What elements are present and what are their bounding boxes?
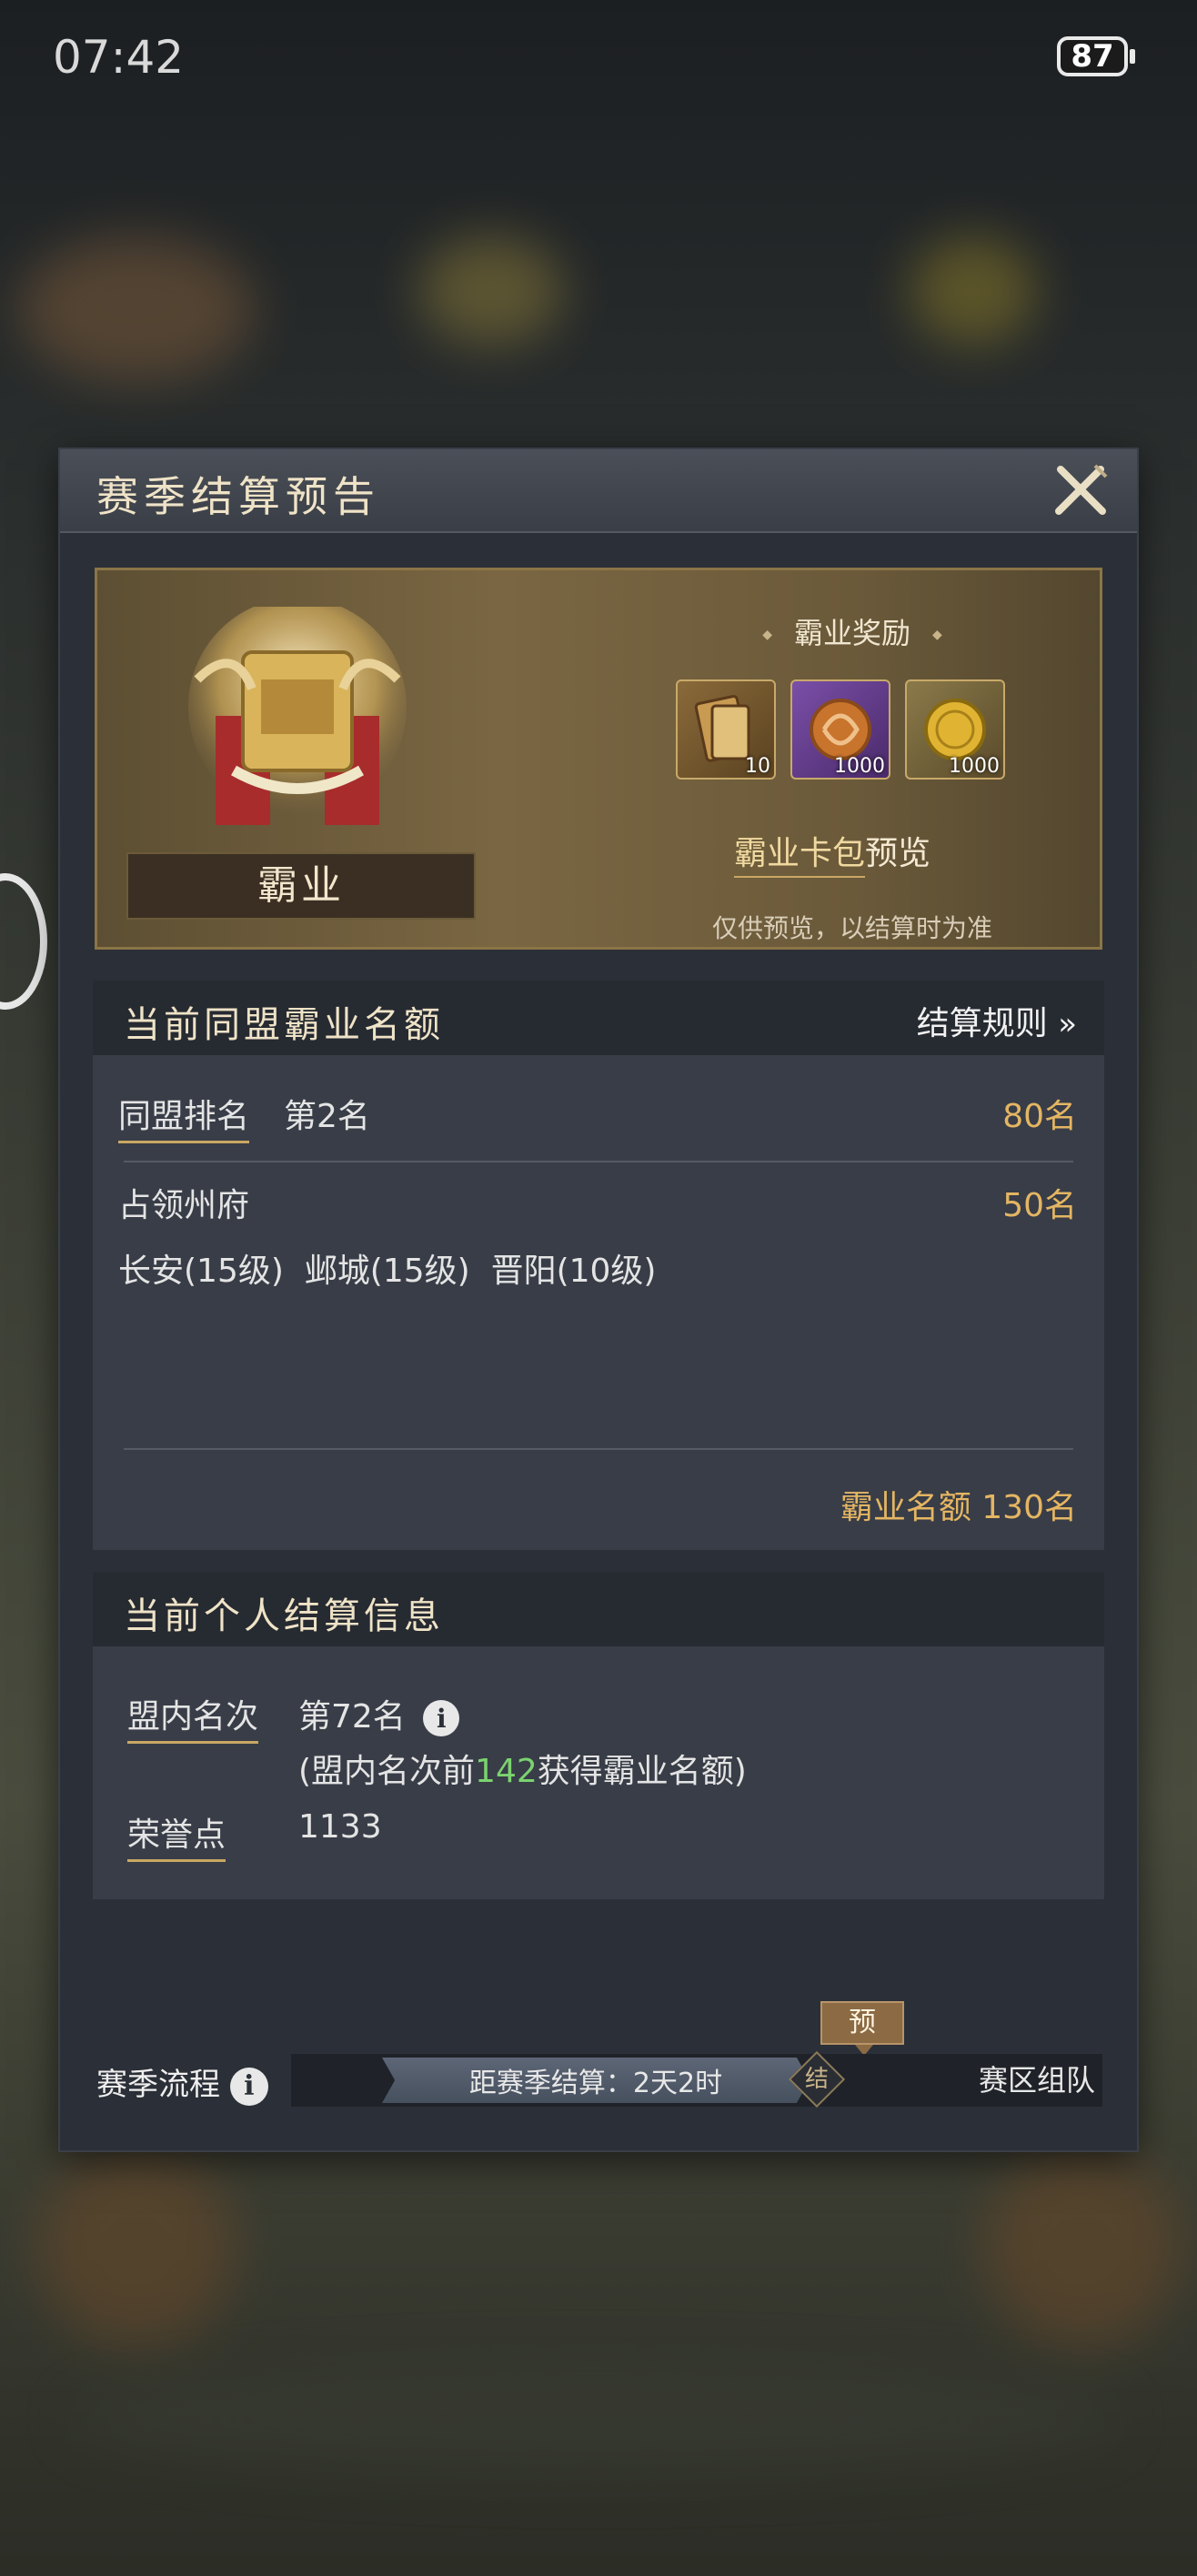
settlement-node-label: 结	[804, 2066, 829, 2093]
bg-blur	[910, 236, 1037, 346]
alliance-rank-quota: 80名	[1002, 1098, 1077, 1135]
bg-blur	[982, 2147, 1182, 2347]
note-prefix: (盟内名次前	[298, 1753, 476, 1790]
dialog-header: 赛季结算预告	[60, 449, 1137, 533]
note-suffix: 获得霸业名额)	[537, 1753, 747, 1790]
reward-banner: 霸业 霸业奖励 10 1000	[95, 568, 1102, 950]
section-header: 当前个人结算信息	[93, 1572, 1104, 1646]
emblem-icon	[179, 598, 416, 834]
settlement-countdown: 距赛季结算：2天2时	[382, 2058, 810, 2103]
season-flow-text: 赛季流程	[96, 2067, 220, 2103]
bg-blur	[73, 2365, 1119, 2474]
season-settlement-dialog: 赛季结算预告 霸业 ◆ 霸业奖励 ◆ 10 1000 1000 霸业卡包预览 仅…	[60, 449, 1137, 2150]
honor-value: 1133	[298, 1808, 382, 1846]
section-header: 当前同盟霸业名额 结算规则 »	[93, 981, 1104, 1055]
reward-title: 霸业奖励	[716, 610, 989, 652]
status-time: 07:42	[53, 31, 185, 84]
bg-blur	[418, 236, 564, 346]
divider	[124, 1448, 1073, 1450]
card-pack-preview[interactable]: 霸业卡包预览	[734, 827, 931, 878]
flow-end-label: 赛区组队	[978, 2063, 1095, 2098]
close-icon	[1055, 464, 1108, 515]
total-quota: 霸业名额 130名	[840, 1489, 1077, 1526]
bg-blur	[36, 2147, 236, 2347]
double-chevron-right-icon: »	[1058, 1006, 1077, 1042]
alliance-rank-label[interactable]: 同盟排名	[118, 1090, 250, 1143]
divider	[124, 1161, 1073, 1162]
side-floating-button[interactable]	[0, 873, 47, 1010]
occupy-quota: 50名	[1002, 1187, 1077, 1224]
section-title: 当前个人结算信息	[124, 1595, 444, 1637]
bg-blur	[18, 236, 255, 382]
pre-stage-tag: 预	[820, 2001, 904, 2056]
dialog-title: 赛季结算预告	[96, 472, 380, 521]
card-pack-link[interactable]: 霸业卡包	[734, 835, 866, 878]
emblem-label: 霸业	[126, 852, 476, 920]
occupy-label: 占领州府	[118, 1187, 250, 1224]
personal-info-section: 当前个人结算信息 盟内名次 第72名 i (盟内名次前142获得霸业名额) 荣誉…	[93, 1572, 1104, 1899]
preview-note: 仅供预览，以结算时为准	[711, 913, 992, 943]
season-flow-bar: 距赛季结算：2天2时 结 赛区组队	[291, 2050, 1102, 2108]
reward-item[interactable]: 1000	[790, 679, 890, 780]
info-icon[interactable]: i	[229, 2067, 268, 2106]
info-icon[interactable]: i	[423, 1700, 460, 1736]
note-number: 142	[475, 1753, 538, 1790]
reward-items: 10 1000 1000	[676, 679, 1005, 780]
section-title: 当前同盟霸业名额	[124, 1004, 444, 1046]
settlement-rules-link[interactable]: 结算规则 »	[917, 997, 1077, 1044]
battery-indicator: 87	[1057, 36, 1135, 76]
alliance-quota-section: 当前同盟霸业名额 结算规则 » 同盟排名 第2名 80名 占领州府 50名 长安…	[93, 981, 1104, 1550]
close-button[interactable]	[1051, 462, 1110, 520]
personal-rank-note: (盟内名次前142获得霸业名额)	[298, 1745, 747, 1792]
honor-label[interactable]: 荣誉点	[127, 1808, 226, 1862]
item-count: 1000	[949, 755, 1000, 778]
occupied-cities: 长安(15级) 邺城(15级) 晋阳(10级)	[118, 1253, 657, 1290]
personal-rank-value: 第72名 i	[298, 1690, 460, 1737]
card-pack-suffix: 预览	[865, 835, 931, 872]
alliance-rank-value: 第2名	[284, 1098, 370, 1135]
season-flow-label: 赛季流程 i	[96, 2059, 268, 2106]
rules-link-label: 结算规则	[916, 1005, 1048, 1042]
reward-item[interactable]: 1000	[905, 679, 1005, 780]
item-count: 1000	[834, 755, 885, 778]
personal-rank-label[interactable]: 盟内名次	[127, 1690, 259, 1744]
item-count: 10	[745, 755, 770, 778]
personal-rank-text: 第72名	[298, 1698, 406, 1736]
battery-level: 87	[1071, 38, 1114, 75]
reward-item[interactable]: 10	[676, 679, 776, 780]
